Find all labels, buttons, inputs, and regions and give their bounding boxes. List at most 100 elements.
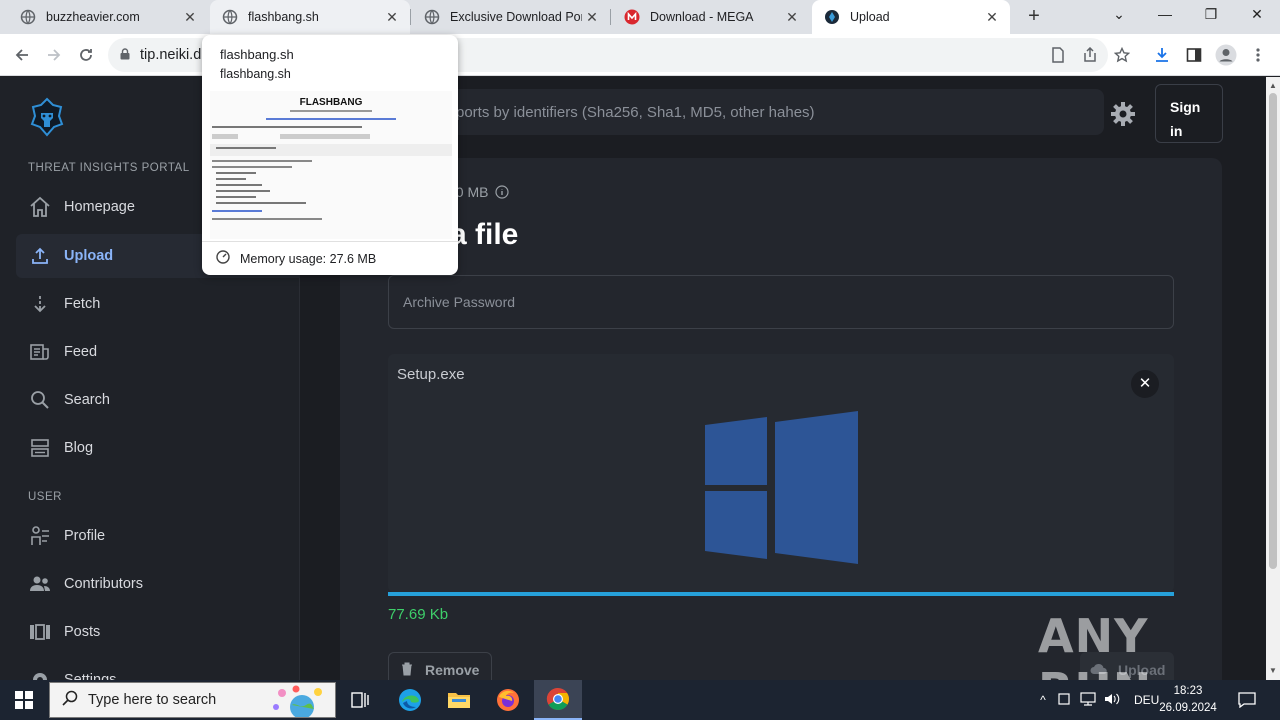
- tab-separator: [610, 9, 611, 25]
- sidebar-item-posts[interactable]: Posts: [16, 610, 300, 654]
- taskbar-search-placeholder: Type here to search: [88, 692, 217, 708]
- sidebar-item-settings[interactable]: Settings: [16, 658, 300, 680]
- search-placeholder: ports by identifiers (Sha256, Sha1, MD5,…: [456, 103, 815, 121]
- tab-close-button[interactable]: ✕: [582, 9, 602, 26]
- globe-icon: [20, 9, 36, 25]
- trash-icon: [401, 662, 425, 679]
- memory-usage-text: Memory usage: 27.6 MB: [240, 251, 377, 266]
- tray-overflow-icon[interactable]: ^: [1034, 693, 1052, 707]
- arrow-right-icon: [48, 49, 61, 61]
- taskbar-search-icon: [62, 690, 88, 710]
- download-icon[interactable]: [1148, 41, 1176, 69]
- archive-password-input[interactable]: Archive Password: [388, 275, 1174, 329]
- feed-icon: [28, 340, 52, 364]
- hover-card-domain: flashbang.sh: [220, 67, 291, 81]
- arrow-left-icon: [15, 49, 28, 61]
- scroll-down-arrow-icon[interactable]: ▼: [1266, 664, 1280, 678]
- bookmark-star-icon[interactable]: [1108, 41, 1136, 69]
- globe-icon: [222, 9, 238, 25]
- sign-in-button[interactable]: Sign in: [1155, 84, 1223, 143]
- sidebar-item-label: Settings: [64, 672, 117, 680]
- taskbar-file-explorer[interactable]: [435, 680, 483, 720]
- tab-title: Upload: [850, 10, 890, 24]
- folder-icon: [448, 693, 470, 708]
- back-button[interactable]: [8, 41, 36, 69]
- minimize-button[interactable]: —: [1142, 0, 1188, 30]
- taskbar-search-box[interactable]: Type here to search: [49, 682, 336, 720]
- network-icon[interactable]: [1076, 691, 1100, 709]
- taskbar-chrome[interactable]: [534, 680, 582, 720]
- sidebar-item-search[interactable]: Search: [16, 378, 300, 422]
- sidebar-item-fetch[interactable]: Fetch: [16, 282, 300, 326]
- thumbnail-preview-lines: [210, 110, 452, 220]
- sidebar-item-label: Feed: [64, 344, 98, 360]
- menu-kebab-icon[interactable]: [1244, 41, 1272, 69]
- tab-close-button[interactable]: ✕: [782, 9, 802, 26]
- tab-title: Download - MEGA: [650, 10, 754, 24]
- tab-title: buzzheavier.com: [46, 10, 140, 24]
- tab-title: flashbang.sh: [248, 10, 319, 24]
- new-tab-button[interactable]: +: [1022, 5, 1046, 29]
- language-indicator[interactable]: DEU: [1134, 693, 1159, 707]
- password-placeholder: Archive Password: [403, 294, 516, 310]
- sign-in-label-1: Sign: [1170, 99, 1201, 115]
- close-window-button[interactable]: ✕: [1234, 0, 1280, 30]
- taskbar-firefox[interactable]: [484, 680, 532, 720]
- tab-upload[interactable]: Upload ✕: [812, 0, 1010, 34]
- profile-avatar-icon[interactable]: [1212, 41, 1240, 69]
- sidebar-item-label: Fetch: [64, 296, 101, 312]
- volume-icon[interactable]: [1100, 692, 1124, 709]
- clock-time: 18:23: [1173, 685, 1203, 697]
- task-view-icon: [351, 692, 369, 708]
- tray-people-icon[interactable]: [1052, 692, 1076, 709]
- gear-icon[interactable]: [1108, 99, 1138, 129]
- tab-buzzheavier[interactable]: buzzheavier.com ✕: [8, 0, 208, 34]
- anyrun-watermark: ANY RUN: [1038, 609, 1151, 680]
- tab-flashbang[interactable]: flashbang.sh ✕: [210, 0, 410, 34]
- taskbar-edge[interactable]: [386, 680, 434, 720]
- start-button[interactable]: [0, 680, 48, 720]
- side-panel-icon[interactable]: [1180, 41, 1208, 69]
- contributors-icon: [28, 572, 52, 596]
- info-icon[interactable]: [492, 184, 509, 200]
- page-title: a file: [450, 218, 519, 251]
- scroll-thumb[interactable]: [1269, 93, 1277, 569]
- remove-file-close-button[interactable]: ✕: [1131, 370, 1159, 398]
- tab-search-button[interactable]: ⌄: [1096, 0, 1142, 30]
- windows-taskbar: Type here to search ^ DEU 18:23 26.09.20…: [0, 680, 1280, 720]
- notification-icon: [1238, 692, 1256, 708]
- tab-mega[interactable]: Download - MEGA ✕: [612, 0, 810, 34]
- page-scrollbar[interactable]: ▲ ▼: [1266, 77, 1280, 680]
- share-icon[interactable]: [1076, 41, 1104, 69]
- search-highlight-icon: [268, 685, 332, 720]
- tab-exclusive-download[interactable]: Exclusive Download Port ✕: [412, 0, 610, 34]
- sidebar-item-blog[interactable]: Blog: [16, 426, 300, 470]
- scroll-up-arrow-icon[interactable]: ▲: [1266, 79, 1280, 93]
- report-search-input[interactable]: ports by identifiers (Sha256, Sha1, MD5,…: [420, 89, 1104, 135]
- sidebar-item-contributors[interactable]: Contributors: [16, 562, 300, 606]
- sidebar-item-profile[interactable]: Profile: [16, 514, 300, 558]
- file-name: Setup.exe: [397, 366, 465, 383]
- sidebar-item-label: Search: [64, 392, 110, 408]
- tab-strip: buzzheavier.com ✕ flashbang.sh ✕ Exclusi…: [0, 0, 1280, 34]
- tab-close-button[interactable]: ✕: [382, 9, 402, 26]
- sign-in-label-2: in: [1170, 123, 1183, 139]
- taskbar-clock[interactable]: 18:23 26.09.2024: [1158, 683, 1218, 717]
- lock-icon: [120, 47, 130, 63]
- sidebar-item-feed[interactable]: Feed: [16, 330, 300, 374]
- restore-button[interactable]: ❐: [1188, 0, 1234, 30]
- tab-close-button[interactable]: ✕: [982, 9, 1002, 26]
- tab-close-button[interactable]: ✕: [180, 9, 200, 26]
- tab-hover-card: flashbang.sh flashbang.sh FLASHBANG Memo…: [202, 35, 458, 275]
- globe-icon: [424, 9, 440, 25]
- reload-button[interactable]: [72, 41, 100, 69]
- notification-center-button[interactable]: [1224, 680, 1270, 720]
- sidebar-item-label: Posts: [64, 624, 101, 640]
- page-info-icon[interactable]: [1044, 41, 1072, 69]
- forward-button[interactable]: [40, 41, 68, 69]
- hover-card-title: flashbang.sh: [220, 47, 294, 62]
- task-view-button[interactable]: [336, 680, 384, 720]
- uploaded-size: 77.69 Kb: [388, 606, 449, 623]
- hover-card-thumbnail: FLASHBANG: [210, 91, 452, 239]
- remove-button[interactable]: Remove: [388, 652, 492, 680]
